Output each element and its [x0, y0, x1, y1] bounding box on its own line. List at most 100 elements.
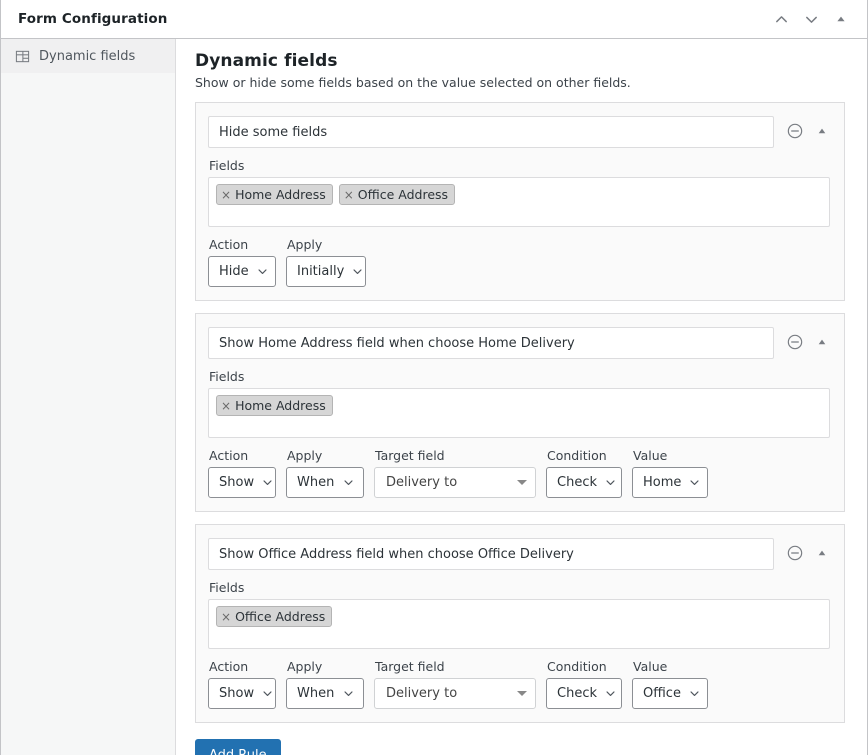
rule-card-header: Show Office Address field when choose Of… — [208, 538, 830, 570]
control-condition: Condition Check — [546, 659, 622, 709]
field-chip-label: Home Address — [235, 187, 326, 202]
rule-title-input[interactable]: Hide some fields — [208, 116, 774, 148]
target-field-select[interactable]: Delivery to — [374, 467, 536, 498]
chip-remove-icon[interactable]: × — [221, 400, 231, 412]
rule-card-actions — [784, 116, 830, 142]
action-select-value: Show — [219, 475, 255, 490]
action-select[interactable]: Show — [208, 678, 276, 709]
target-field-select-value: Delivery to — [386, 475, 458, 490]
condition-label: Condition — [547, 448, 607, 463]
form-configuration-panel: Form Configuration Dynamic fields Dynami… — [0, 0, 868, 755]
apply-select-value: When — [297, 686, 335, 701]
chevron-down-icon — [258, 269, 267, 274]
chevron-down-icon — [690, 691, 699, 696]
rule-card-header: Hide some fields — [208, 116, 830, 148]
field-chip[interactable]: × Home Address — [216, 184, 333, 205]
remove-rule-button[interactable] — [784, 542, 806, 564]
rule-card: Hide some fields Fields × Home Address × Of… — [195, 102, 845, 301]
condition-select[interactable]: Check — [546, 467, 622, 498]
rule-card: Show Home Address field when choose Home… — [195, 313, 845, 512]
rule-controls: Action Hide Apply Initially — [208, 237, 830, 287]
control-action: Action Hide — [208, 237, 276, 287]
chip-remove-icon[interactable]: × — [221, 611, 231, 623]
action-label: Action — [209, 237, 249, 252]
apply-label: Apply — [287, 237, 323, 252]
condition-select-value: Check — [557, 475, 597, 490]
add-rule-button[interactable]: Add Rule — [195, 739, 281, 755]
apply-select-value: Initially — [297, 264, 345, 279]
page-title: Dynamic fields — [195, 51, 338, 71]
sidebar-item-dynamic-fields[interactable]: Dynamic fields — [1, 39, 175, 73]
rule-title-input[interactable]: Show Office Address field when choose Of… — [208, 538, 774, 570]
fields-multiselect[interactable]: × Home Address × Office Address — [208, 177, 830, 227]
rule-card-actions — [784, 327, 830, 353]
chip-remove-icon[interactable]: × — [221, 189, 231, 201]
remove-rule-button[interactable] — [784, 120, 806, 142]
control-target-field: Target field Delivery to — [374, 659, 536, 709]
page-description: Show or hide some fields based on the va… — [195, 75, 631, 90]
fields-multiselect[interactable]: × Office Address — [208, 599, 830, 649]
field-chip[interactable]: × Home Address — [216, 395, 333, 416]
chip-remove-icon[interactable]: × — [344, 189, 354, 201]
triangle-down-icon — [517, 691, 527, 696]
apply-select[interactable]: When — [286, 467, 364, 498]
value-select[interactable]: Office — [632, 678, 708, 709]
collapse-panel-button[interactable] — [827, 5, 855, 33]
field-chip[interactable]: × Office Address — [216, 606, 333, 627]
apply-label: Apply — [287, 448, 323, 463]
collapse-rule-button[interactable] — [814, 331, 830, 353]
rule-card-actions — [784, 538, 830, 564]
value-label: Value — [633, 448, 668, 463]
content-area: Dynamic fields Show or hide some fields … — [176, 39, 867, 755]
sidebar: Dynamic fields — [1, 39, 176, 755]
chevron-down-icon — [263, 480, 272, 485]
apply-select-value: When — [297, 475, 335, 490]
apply-select[interactable]: When — [286, 678, 364, 709]
action-select[interactable]: Hide — [208, 256, 276, 287]
apply-label: Apply — [287, 659, 323, 674]
rule-title-input[interactable]: Show Home Address field when choose Home… — [208, 327, 774, 359]
move-up-button[interactable] — [767, 5, 795, 33]
move-down-button[interactable] — [797, 5, 825, 33]
control-action: Action Show — [208, 659, 276, 709]
control-apply: Apply When — [286, 448, 364, 498]
fields-label: Fields — [209, 580, 245, 595]
field-chip[interactable]: × Office Address — [338, 184, 456, 205]
value-label: Value — [633, 659, 668, 674]
control-target-field: Target field Delivery to — [374, 448, 536, 498]
collapse-rule-button[interactable] — [814, 542, 830, 564]
panel-body: Dynamic fields Dynamic fields Show or hi… — [1, 39, 867, 755]
collapse-rule-button[interactable] — [814, 120, 830, 142]
value-select[interactable]: Home — [632, 467, 708, 498]
condition-select-value: Check — [557, 686, 597, 701]
chevron-down-icon — [690, 480, 699, 485]
control-apply: Apply When — [286, 659, 364, 709]
chevron-down-icon — [344, 480, 353, 485]
control-value: Value Office — [632, 659, 708, 709]
fields-label: Fields — [209, 158, 245, 173]
action-label: Action — [209, 448, 249, 463]
condition-select[interactable]: Check — [546, 678, 622, 709]
target-field-select-value: Delivery to — [386, 686, 458, 701]
panel-titlebar-actions — [767, 5, 855, 33]
chevron-down-icon — [344, 691, 353, 696]
panel-title: Form Configuration — [18, 11, 168, 27]
field-chip-label: Office Address — [357, 187, 449, 202]
control-action: Action Show — [208, 448, 276, 498]
condition-label: Condition — [547, 659, 607, 674]
action-select-value: Show — [219, 686, 255, 701]
chevron-down-icon — [606, 480, 615, 485]
fields-multiselect[interactable]: × Home Address — [208, 388, 830, 438]
target-field-label: Target field — [375, 659, 445, 674]
action-select[interactable]: Show — [208, 467, 276, 498]
chevron-down-icon — [263, 691, 272, 696]
sidebar-item-label: Dynamic fields — [39, 48, 136, 64]
target-field-select[interactable]: Delivery to — [374, 678, 536, 709]
control-condition: Condition Check — [546, 448, 622, 498]
apply-select[interactable]: Initially — [286, 256, 366, 287]
action-label: Action — [209, 659, 249, 674]
field-chip-label: Office Address — [235, 609, 326, 624]
remove-rule-button[interactable] — [784, 331, 806, 353]
rule-card: Show Office Address field when choose Of… — [195, 524, 845, 723]
control-value: Value Home — [632, 448, 708, 498]
